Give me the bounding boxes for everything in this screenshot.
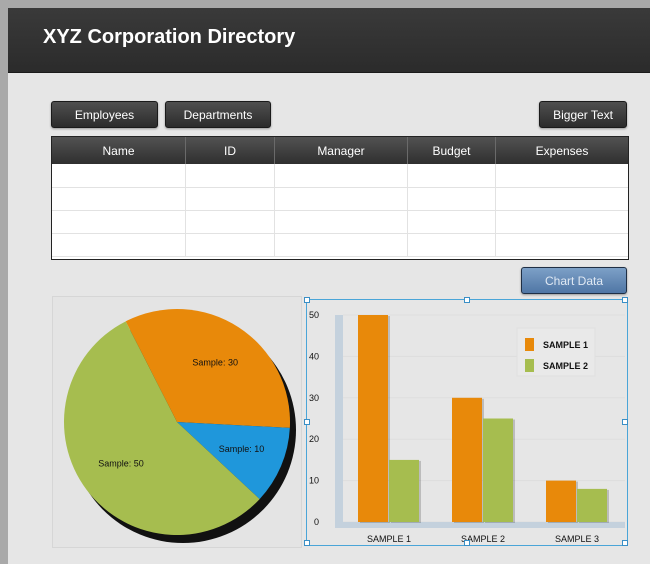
y-tick-label: 10 (309, 476, 319, 486)
legend-label: SAMPLE 2 (543, 361, 588, 371)
column-header-budget[interactable]: Budget (408, 137, 496, 164)
table-cell[interactable] (496, 210, 628, 233)
departments-button[interactable]: Departments (165, 101, 271, 128)
y-tick-label: 30 (309, 393, 319, 403)
table-row[interactable] (52, 187, 628, 211)
y-tick-label: 40 (309, 351, 319, 361)
x-tick-label: SAMPLE 1 (367, 534, 411, 544)
table-cell[interactable] (52, 233, 186, 256)
bar[interactable] (546, 480, 576, 522)
table-cell[interactable] (186, 187, 275, 210)
y-tick-label: 20 (309, 434, 319, 444)
table-header: Name ID Manager Budget Expenses (52, 137, 628, 164)
pie-chart-panel: Sample: 30 Sample: 10 Sample: 50 (52, 296, 302, 548)
bar-chart: 0 10 20 30 40 50 SAMPLE 1 SAMPLE 2 SAMPLE 3 SAMPL… (309, 310, 625, 544)
resize-handle[interactable] (304, 540, 310, 546)
table-cell[interactable] (275, 233, 408, 256)
table-row[interactable] (52, 233, 628, 257)
column-header-manager[interactable]: Manager (275, 137, 408, 164)
table-cell[interactable] (408, 233, 496, 256)
table-cell[interactable] (186, 164, 275, 187)
resize-handle[interactable] (622, 419, 628, 425)
bar[interactable] (358, 315, 388, 522)
resize-handle[interactable] (622, 540, 628, 546)
data-table: Name ID Manager Budget Expenses (51, 136, 629, 260)
bar[interactable] (483, 418, 513, 523)
pie-chart: Sample: 30 Sample: 10 Sample: 50 (63, 309, 296, 543)
bar[interactable] (452, 397, 482, 522)
table-cell[interactable] (52, 164, 186, 187)
pie-slice-label: Sample: 50 (98, 459, 144, 469)
table-cell[interactable] (275, 210, 408, 233)
table-cell[interactable] (496, 164, 628, 187)
column-header-name[interactable]: Name (52, 137, 186, 164)
table-cell[interactable] (496, 187, 628, 210)
resize-handle[interactable] (622, 297, 628, 303)
app-title: XYZ Corporation Directory (43, 26, 296, 48)
resize-handle[interactable] (304, 419, 310, 425)
chart-data-button[interactable]: Chart Data (521, 267, 627, 294)
y-axis (335, 315, 343, 528)
table-cell[interactable] (408, 210, 496, 233)
column-header-id[interactable]: ID (186, 137, 275, 164)
table-cell[interactable] (52, 210, 186, 233)
table-cell[interactable] (408, 187, 496, 210)
bar-chart-panel[interactable]: 0 10 20 30 40 50 SAMPLE 1 SAMPLE 2 SAMPLE 3 SAMPL… (304, 297, 628, 546)
resize-handle[interactable] (464, 540, 470, 546)
table-cell[interactable] (275, 164, 408, 187)
resize-handle[interactable] (464, 297, 470, 303)
bar[interactable] (577, 488, 607, 522)
y-tick-label: 0 (314, 517, 319, 527)
legend-swatch (525, 338, 534, 351)
pie-slice-label: Sample: 10 (219, 444, 265, 454)
table-cell[interactable] (186, 233, 275, 256)
legend-swatch (525, 359, 534, 372)
employees-button[interactable]: Employees (51, 101, 158, 128)
table-cell[interactable] (52, 187, 186, 210)
bar[interactable] (389, 459, 419, 522)
table-cell[interactable] (186, 210, 275, 233)
legend-label: SAMPLE 1 (543, 340, 588, 350)
table-cell[interactable] (408, 164, 496, 187)
table-cell[interactable] (496, 233, 628, 256)
y-tick-label: 50 (309, 310, 319, 320)
resize-handle[interactable] (304, 297, 310, 303)
pie-slice-label: Sample: 30 (192, 358, 238, 368)
app-window: XYZ Corporation Directory Employees Depa… (8, 8, 650, 564)
column-header-expenses[interactable]: Expenses (496, 137, 628, 164)
table-cell[interactable] (275, 187, 408, 210)
x-tick-label: SAMPLE 3 (555, 534, 599, 544)
table-row[interactable] (52, 210, 628, 234)
table-row[interactable] (52, 164, 628, 188)
header-bar: XYZ Corporation Directory (8, 8, 650, 73)
bigger-text-button[interactable]: Bigger Text (539, 101, 627, 128)
